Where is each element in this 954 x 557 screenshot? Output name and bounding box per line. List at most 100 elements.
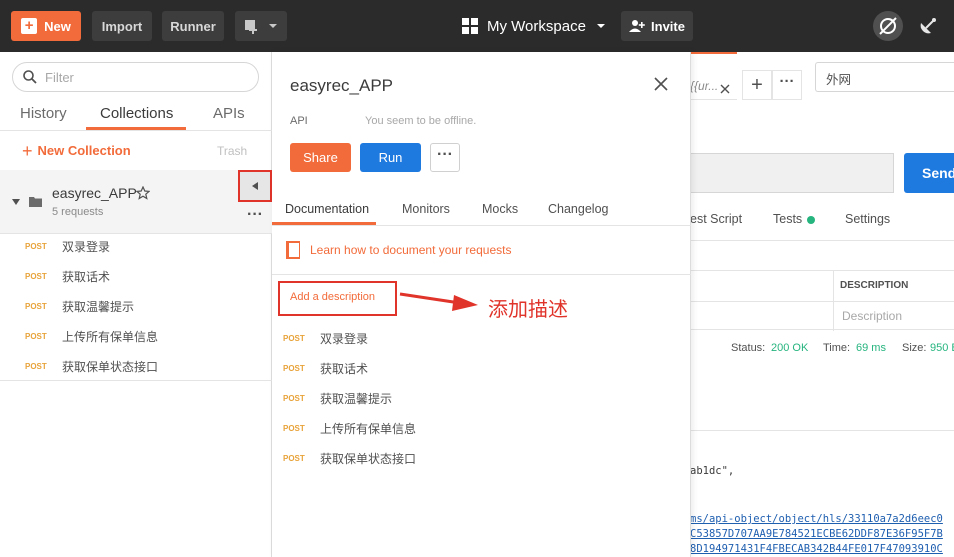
request-name: 获取温馨提示 [62, 299, 135, 314]
caret-down-icon[interactable] [11, 197, 21, 207]
pre-request-script-tab[interactable]: est Script [690, 212, 742, 226]
size-label: Size: [902, 342, 927, 354]
import-button[interactable]: Import [92, 11, 152, 41]
collection-more-button[interactable]: ··· [238, 206, 272, 232]
request-name: 获取保单状态接口 [320, 451, 417, 466]
tab-monitors[interactable]: Monitors [402, 202, 450, 216]
star-icon[interactable] [136, 186, 150, 200]
tests-tab[interactable]: Tests [773, 212, 802, 226]
request-name: 双录登录 [62, 239, 111, 254]
status-value: 200 OK [771, 342, 809, 354]
panel-request-item[interactable]: POST 获取保单状态接口 [272, 443, 416, 473]
params-table-divider [690, 240, 954, 241]
sidebar-request-item[interactable]: POST 获取温馨提示 [0, 291, 272, 321]
environment-select[interactable]: 外网 [815, 62, 954, 92]
request-method: POST [283, 423, 305, 433]
request-method: POST [283, 393, 305, 403]
request-name: 获取话术 [62, 269, 111, 284]
workspace-label: My Workspace [487, 17, 586, 35]
filter-input[interactable] [45, 69, 245, 85]
panel-tab-divider [272, 225, 691, 226]
add-user-icon [629, 20, 645, 32]
panel-request-item[interactable]: POST 获取话术 [272, 353, 368, 383]
collapse-panel-button[interactable] [238, 170, 272, 202]
sidebar-list-end-divider [0, 380, 272, 381]
tab-documentation[interactable]: Documentation [285, 202, 369, 216]
request-method: POST [25, 271, 47, 281]
learn-docs-label: Learn how to document your requests [310, 243, 512, 257]
invite-button[interactable]: Invite [621, 11, 693, 41]
tab-mocks[interactable]: Mocks [482, 202, 518, 216]
url-input[interactable] [690, 153, 894, 193]
panel-request-item[interactable]: POST 双录登录 [272, 323, 368, 353]
time-label: Time: [823, 342, 851, 354]
collection-request-count: 5 requests [52, 206, 104, 218]
request-method: POST [25, 361, 47, 371]
request-name: 获取温馨提示 [320, 391, 393, 406]
close-tab-icon[interactable] [720, 84, 730, 94]
request-tab-label: {{ur... [690, 79, 719, 93]
description-column-header: DESCRIPTION [840, 280, 909, 291]
trash-link[interactable]: Trash [217, 144, 247, 158]
offline-notice: You seem to be offline. [365, 115, 477, 127]
annotation-arrow-icon [399, 292, 478, 311]
caret-left-icon [252, 182, 258, 190]
satellite-icon[interactable] [913, 11, 943, 41]
request-tab[interactable]: {{ur... [690, 52, 737, 100]
sidebar-request-item[interactable]: POST 获取话术 [0, 261, 272, 291]
description-cell[interactable]: Description [842, 309, 902, 323]
request-method: POST [283, 363, 305, 373]
new-window-button[interactable] [235, 11, 287, 41]
learn-docs-link[interactable]: Learn how to document your requests [286, 241, 511, 259]
tab-changelog[interactable]: Changelog [548, 202, 608, 216]
add-description-link[interactable]: Add a description [278, 281, 397, 316]
request-name: 获取保单状态接口 [62, 359, 159, 374]
sidebar-request-item[interactable]: POST 双录登录 [0, 231, 272, 261]
panel-title: easyrec_APP [290, 76, 393, 95]
response-code-link[interactable]: C53857D707AA9E784521ECBE62DDF87E36F95F7B [690, 528, 943, 540]
tab-history[interactable]: History [20, 105, 67, 129]
invite-label: Invite [651, 18, 685, 34]
tests-status-dot [807, 216, 815, 224]
grid-icon [462, 18, 478, 34]
sidebar-request-item[interactable]: POST 获取保单状态接口 [0, 351, 272, 381]
environment-value: 外网 [826, 73, 852, 87]
workspace-switcher[interactable]: My Workspace [462, 15, 606, 37]
settings-tab[interactable]: Settings [845, 212, 890, 226]
request-method: POST [283, 453, 305, 463]
collection-name: easyrec_APP [52, 185, 137, 201]
tab-more-button[interactable]: ··· [772, 70, 802, 100]
sidebar-request-item[interactable]: POST 上传所有保单信息 [0, 321, 272, 351]
request-method: POST [283, 333, 305, 343]
response-code-link[interactable]: ms/api-object/object/hls/33110a7a2d6eec0 [690, 513, 943, 525]
request-method: POST [25, 241, 47, 251]
tab-collections[interactable]: Collections [100, 105, 173, 129]
runner-button[interactable]: Runner [162, 11, 224, 41]
share-button[interactable]: Share [290, 143, 351, 172]
response-code-link[interactable]: 8D194971431F4FBECAB342B44FE017F47093910C [690, 543, 943, 555]
sidebar-divider [0, 130, 272, 131]
panel-more-button[interactable]: ··· [430, 143, 460, 172]
panel-request-item[interactable]: POST 获取温馨提示 [272, 383, 392, 413]
run-button[interactable]: Run [360, 143, 421, 172]
chevron-down-icon [269, 24, 277, 28]
sidebar: History Collections APIs + New Collectio… [0, 52, 272, 557]
sync-off-icon[interactable] [873, 11, 903, 41]
new-button-label: New [44, 18, 71, 34]
collection-item[interactable]: easyrec_APP 5 requests ··· [0, 170, 272, 234]
panel-request-item[interactable]: POST 上传所有保单信息 [272, 413, 416, 443]
new-button[interactable]: + New [11, 11, 81, 41]
send-button[interactable]: Send [904, 153, 954, 193]
new-tab-button[interactable]: + [742, 70, 772, 100]
top-bar: + New Import Runner My Workspace Invite [0, 0, 954, 52]
chevron-down-icon [596, 24, 605, 28]
send-label: Send [922, 165, 954, 181]
close-icon[interactable] [653, 76, 669, 92]
search-icon [23, 70, 37, 84]
tab-apis[interactable]: APIs [213, 105, 245, 129]
filter-field[interactable] [12, 62, 259, 92]
time-value: 69 ms [856, 342, 886, 354]
request-name: 上传所有保单信息 [62, 329, 159, 344]
new-collection-button[interactable]: + New Collection [22, 142, 131, 160]
size-value: 950 B [930, 342, 954, 354]
